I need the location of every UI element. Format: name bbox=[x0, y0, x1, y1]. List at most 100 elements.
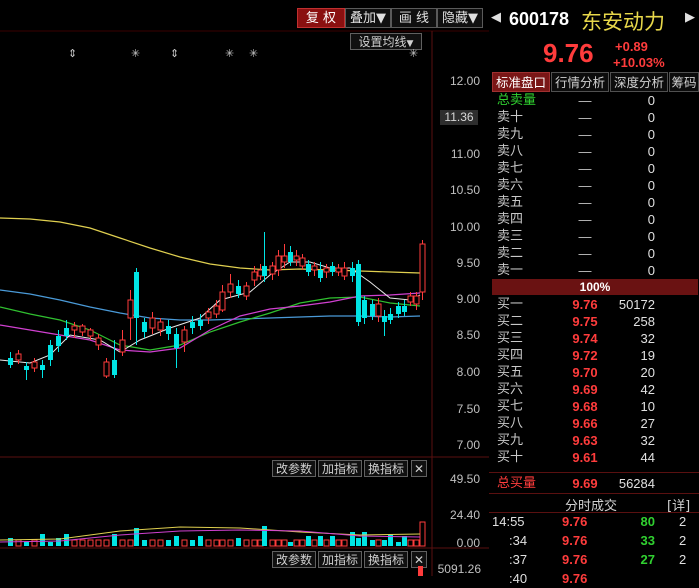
chevron-left-icon[interactable]: ◀ bbox=[491, 10, 501, 25]
candle-body bbox=[134, 272, 139, 318]
trade-price: 9.76 bbox=[562, 533, 588, 548]
event-marker: ✳ bbox=[131, 47, 140, 60]
current-price-tag: 11.36 bbox=[440, 110, 478, 125]
switch-indicator-button[interactable]: 换指标 bbox=[364, 551, 408, 568]
volume-bar bbox=[262, 526, 267, 546]
restore-rights-button[interactable]: 复 权 bbox=[297, 8, 345, 28]
tab-chips[interactable]: 筹码 bbox=[669, 72, 699, 92]
add-indicator-button[interactable]: 加指标 bbox=[318, 460, 362, 477]
candle-body bbox=[370, 304, 375, 316]
volume-bar bbox=[306, 536, 311, 546]
volume-bar bbox=[323, 539, 330, 547]
ask-row[interactable]: 卖三 — 0 bbox=[497, 228, 693, 245]
volume-bar bbox=[8, 538, 13, 546]
tab-depth-analysis[interactable]: 深度分析 bbox=[610, 72, 668, 92]
bid-row[interactable]: 买六 9.69 42 bbox=[497, 381, 693, 398]
trade-count: 2 bbox=[679, 533, 687, 548]
change-params-button[interactable]: 改参数 bbox=[272, 551, 316, 568]
ask-row[interactable]: 卖四 — 0 bbox=[497, 211, 693, 228]
bid-row[interactable]: 买十 9.61 44 bbox=[497, 449, 693, 466]
ask-level-label: 卖七 bbox=[497, 161, 524, 176]
volume-bar bbox=[190, 540, 195, 546]
ma-settings-button[interactable]: 设置均线▼ bbox=[350, 33, 422, 50]
ask-level-label: 卖五 bbox=[497, 195, 524, 210]
candle-body bbox=[251, 271, 258, 281]
ask-row[interactable]: 卖八 — 0 bbox=[497, 143, 693, 160]
bid-row[interactable]: 买二 9.75 258 bbox=[497, 313, 693, 330]
candle-body bbox=[350, 268, 355, 276]
chevron-down-icon: ▼ bbox=[376, 11, 386, 26]
ma-line-green bbox=[0, 296, 421, 351]
candle-body bbox=[269, 265, 276, 275]
volume-bar bbox=[205, 539, 212, 547]
event-marker: ⇕ bbox=[170, 47, 179, 60]
candle-body bbox=[382, 316, 387, 322]
ask-row[interactable]: 卖六 — 0 bbox=[497, 177, 693, 194]
candle-body bbox=[8, 358, 13, 365]
bid-row[interactable]: 买九 9.63 32 bbox=[497, 432, 693, 449]
volume-bar bbox=[227, 539, 234, 547]
candle-body bbox=[311, 265, 318, 271]
candle-body bbox=[281, 255, 288, 263]
ask-volume: 0 bbox=[647, 263, 655, 278]
add-indicator-button[interactable]: 加指标 bbox=[318, 551, 362, 568]
price-tick: 11.00 bbox=[450, 147, 480, 161]
ask-volume: 0 bbox=[647, 144, 655, 159]
tab-market-analysis[interactable]: 行情分析 bbox=[551, 72, 609, 92]
volume-bar bbox=[330, 536, 335, 546]
ask-volume: 0 bbox=[647, 178, 655, 193]
total-buy-volume: 56284 bbox=[618, 476, 655, 491]
trade-price: 9.76 bbox=[562, 552, 588, 567]
volume-bar bbox=[103, 539, 110, 547]
candle-body bbox=[157, 321, 164, 331]
volume-bar bbox=[269, 539, 276, 547]
volume-bar bbox=[219, 539, 226, 547]
bid-row[interactable]: 买七 9.68 10 bbox=[497, 398, 693, 415]
kline-chart[interactable]: ⇕ ✳ ⇕ ✳ ✳ ✳ bbox=[0, 0, 489, 576]
indicator-value: 5091.26 bbox=[437, 562, 481, 576]
bid-level-label: 买七 bbox=[497, 399, 524, 414]
volume-bar bbox=[311, 539, 318, 547]
volume-bar bbox=[15, 539, 22, 547]
ask-row[interactable]: 卖五 — 0 bbox=[497, 194, 693, 211]
ask-row[interactable]: 卖九 — 0 bbox=[497, 126, 693, 143]
ask-row[interactable]: 卖十 — 0 bbox=[497, 109, 693, 126]
change-params-button[interactable]: 改参数 bbox=[272, 460, 316, 477]
price-tick: 8.50 bbox=[456, 328, 480, 342]
bid-level-label: 买十 bbox=[497, 450, 524, 465]
hide-label: 隐藏 bbox=[441, 11, 468, 26]
chevron-right-icon[interactable]: ▶ bbox=[685, 10, 695, 25]
tab-standard-book[interactable]: 标准盘口 bbox=[492, 72, 550, 92]
volume-bar bbox=[71, 539, 78, 547]
bid-row[interactable]: 买一 9.76 50172 bbox=[497, 296, 693, 313]
chevron-down-icon: ▼ bbox=[406, 39, 414, 49]
bid-row[interactable]: 买四 9.72 19 bbox=[497, 347, 693, 364]
volume-bar bbox=[288, 542, 293, 546]
volume-bar bbox=[251, 539, 258, 547]
volume-bar bbox=[362, 532, 367, 546]
bid-row[interactable]: 买三 9.74 32 bbox=[497, 330, 693, 347]
ask-level-label: 卖一 bbox=[497, 263, 524, 278]
ask-row[interactable]: 卖一 — 0 bbox=[497, 262, 693, 279]
price-change: +0.89 bbox=[615, 39, 648, 54]
bid-volume: 32 bbox=[640, 433, 655, 448]
bid-level-label: 买六 bbox=[497, 382, 524, 397]
ma-line-yellow bbox=[0, 217, 421, 274]
quote-panel: ◀ 600178 东安动力 ▶ 9.76 +0.89 +10.03% 标准盘口 … bbox=[489, 0, 699, 586]
total-buy-row: 总买量 9.69 56284 bbox=[497, 475, 693, 492]
volume-bar bbox=[243, 539, 250, 547]
chart-area[interactable]: 复 权 叠加▼ 画 线 隐藏▼ 设置均线▼ 12.00 11.36 11.00 … bbox=[0, 0, 489, 576]
ask-row[interactable]: 卖七 — 0 bbox=[497, 160, 693, 177]
draw-line-button[interactable]: 画 线 bbox=[391, 8, 437, 28]
ask-level-label: 卖四 bbox=[497, 212, 524, 227]
bid-volume: 27 bbox=[640, 416, 655, 431]
close-icon[interactable]: ✕ bbox=[411, 460, 427, 477]
bid-row[interactable]: 买八 9.66 27 bbox=[497, 415, 693, 432]
overlay-button[interactable]: 叠加▼ bbox=[345, 8, 391, 28]
ask-row[interactable]: 卖二 — 0 bbox=[497, 245, 693, 262]
volume-bars bbox=[8, 521, 426, 547]
candle-body bbox=[257, 269, 264, 277]
bid-row[interactable]: 买五 9.70 20 bbox=[497, 364, 693, 381]
hide-button[interactable]: 隐藏▼ bbox=[437, 8, 483, 28]
switch-indicator-button[interactable]: 换指标 bbox=[364, 460, 408, 477]
